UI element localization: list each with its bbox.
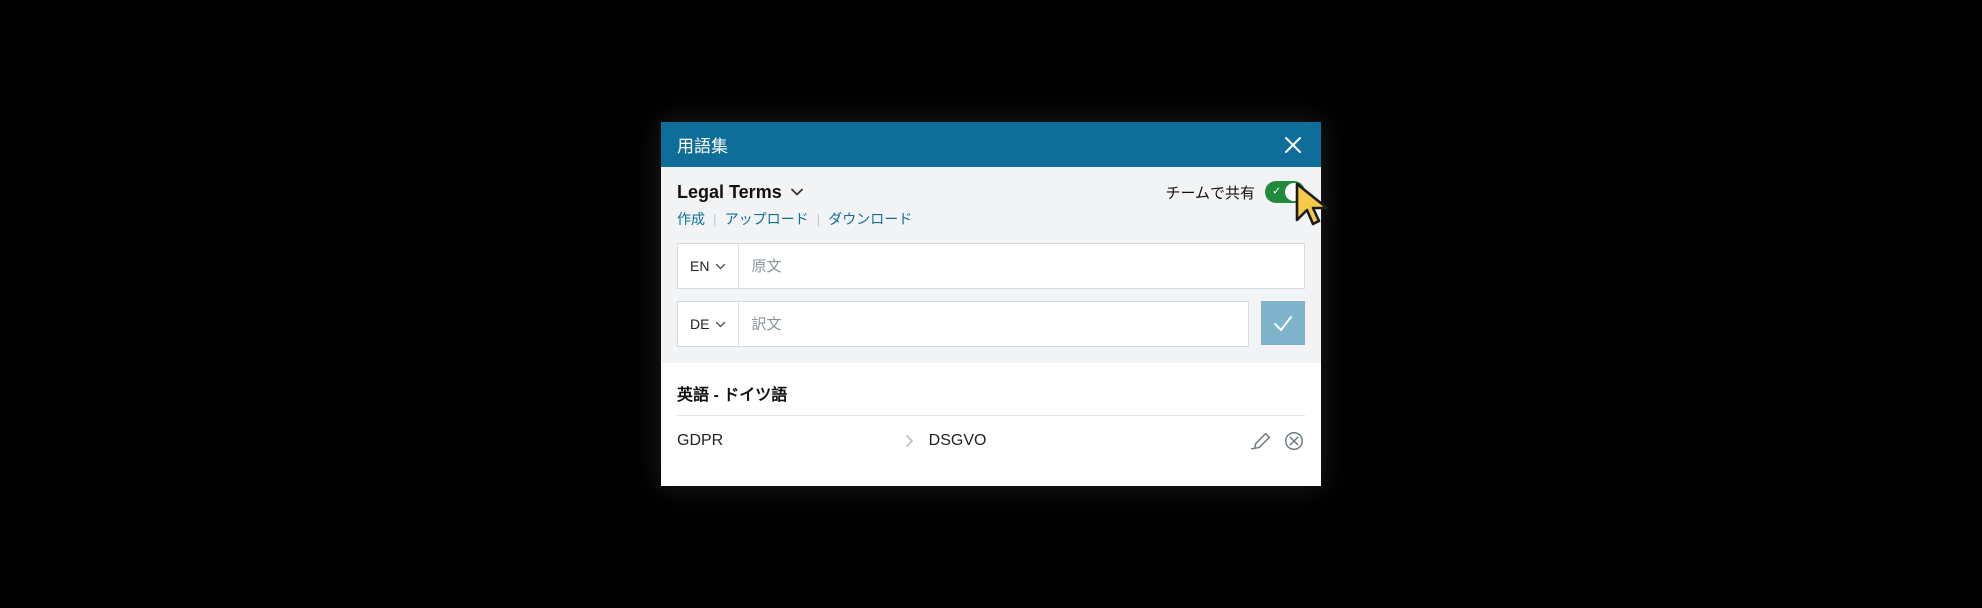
glossary-selector[interactable]: Legal Terms	[677, 182, 804, 203]
check-icon: ✓	[1272, 187, 1281, 198]
close-icon	[1284, 136, 1302, 154]
target-field-wrap: DE	[677, 301, 1249, 347]
subheader: Legal Terms チームで共有 ✓ 作成 | アップロード | ダウンロー…	[661, 167, 1321, 363]
create-link[interactable]: 作成	[677, 209, 705, 229]
chevron-down-icon	[715, 319, 726, 330]
source-input[interactable]	[739, 244, 1304, 288]
source-lang-select[interactable]: EN	[678, 244, 739, 288]
target-input[interactable]	[739, 302, 1248, 346]
chevron-down-icon	[715, 261, 726, 272]
separator: |	[713, 211, 717, 227]
glossary-actions: 作成 | アップロード | ダウンロード	[677, 209, 1305, 229]
entry-source: GDPR	[677, 432, 903, 450]
close-button[interactable]	[1281, 133, 1305, 157]
glossary-panel: 用語集 Legal Terms チームで共有 ✓	[661, 122, 1321, 486]
separator: |	[817, 211, 821, 227]
check-icon	[1270, 310, 1296, 336]
share-toggle[interactable]: ✓	[1265, 181, 1305, 203]
entry-actions	[1251, 430, 1305, 452]
source-field-wrap: EN	[677, 243, 1305, 289]
delete-icon	[1283, 430, 1305, 452]
language-pair-heading: 英語 - ドイツ語	[677, 381, 1305, 416]
glossary-name-label: Legal Terms	[677, 182, 782, 203]
source-row: EN	[677, 243, 1305, 289]
edit-icon	[1251, 430, 1273, 452]
entries-section: 英語 - ドイツ語 GDPR DSGVO	[661, 363, 1321, 486]
confirm-button[interactable]	[1261, 301, 1305, 345]
arrow-right-icon	[903, 435, 915, 447]
target-lang-label: DE	[690, 316, 709, 332]
chevron-down-icon	[790, 185, 804, 199]
target-lang-select[interactable]: DE	[678, 302, 739, 346]
panel-header: 用語集	[661, 122, 1321, 167]
toggle-knob	[1285, 183, 1303, 201]
share-toggle-row: チームで共有 ✓	[1165, 181, 1305, 203]
upload-link[interactable]: アップロード	[725, 209, 809, 229]
entry-row: GDPR DSGVO	[677, 416, 1305, 452]
edit-button[interactable]	[1251, 430, 1273, 452]
download-link[interactable]: ダウンロード	[828, 209, 912, 229]
target-row: DE	[677, 301, 1305, 347]
panel-title: 用語集	[677, 132, 728, 157]
source-lang-label: EN	[690, 258, 709, 274]
share-label: チームで共有	[1165, 182, 1255, 203]
delete-button[interactable]	[1283, 430, 1305, 452]
input-zone: EN DE	[677, 243, 1305, 347]
entry-target: DSGVO	[929, 432, 1251, 450]
title-row: Legal Terms チームで共有 ✓	[677, 181, 1305, 203]
